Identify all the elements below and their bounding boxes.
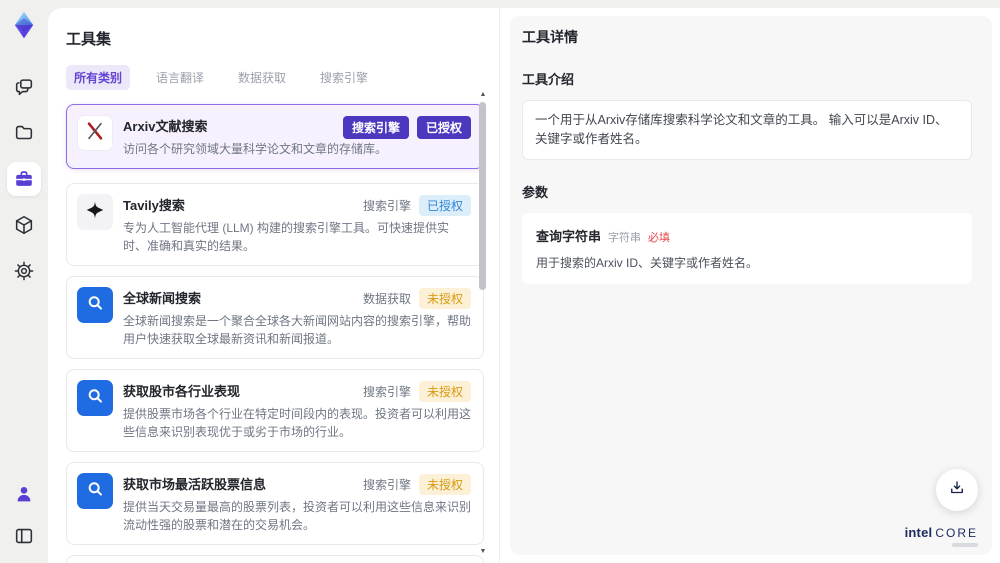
details-title: 工具详情 [522,29,578,45]
toolset-pane: 工具集 所有类别 语言翻译 数据获取 搜索引擎 Arxiv文献搜索 访问各个研究领域大… [48,8,500,563]
folder-icon [13,122,35,144]
gear-icon [13,260,35,282]
tool-category-badge: 数据获取 [362,292,411,306]
sidebar-item-settings[interactable] [7,254,41,288]
tool-category-badge: 搜索引擎 [362,199,411,213]
search-icon [85,293,105,318]
tool-intro-text: 一个用于从Arxiv存储库搜索科学论文和文章的工具。 输入可以是Arxiv ID… [522,100,972,160]
sidebar [0,0,48,563]
tool-description: 专为人工智能代理 (LLM) 构建的搜索引擎工具。可快速提供实时、准确和真实的结… [123,221,450,253]
tool-card[interactable]: 获取股市各行业表现 提供股票市场各个行业在特定时间段内的表现。投资者可以利用这些… [66,369,484,452]
tool-card[interactable]: 万维地区新闻查询 查询具体行政区划内的新闻，快速了解各地新闻动态 搜索引擎 未授… [66,555,484,563]
app-logo-icon[interactable] [9,10,39,40]
tool-auth-badge: 未授权 [418,474,471,495]
scrollbar-up-arrow[interactable]: ▲ [478,90,488,100]
tool-description: 提供当天交易量最高的股票列表，投资者可以利用这些信息来识别流动性强的股票和潜在的… [123,500,472,532]
tab-1[interactable]: 语言翻译 [148,65,212,90]
tab-3[interactable]: 搜索引擎 [312,65,376,90]
sidebar-item-panel-toggle[interactable] [7,519,41,553]
category-tabs: 所有类别 语言翻译 数据获取 搜索引擎 [66,65,483,90]
tool-auth-badge: 已授权 [418,195,471,216]
page-title: 工具集 [66,31,112,48]
tool-category-badge: 搜索引擎 [362,478,411,492]
tool-category-badge: 搜索引擎 [362,385,411,399]
parameter-required-badge: 必填 [648,231,671,244]
parameter-name: 查询字符串 [536,228,602,244]
cube-icon [13,214,35,236]
tool-category-badge: 搜索引擎 [342,116,409,139]
tool-description: 访问各个研究领域大量科学论文和文章的存储库。 [123,142,388,156]
sidebar-item-folder[interactable] [7,116,41,150]
user-icon [13,483,35,505]
search-icon [85,386,105,411]
chat-icon [13,76,35,98]
intel-core-sub-mark [952,543,978,547]
params-heading: 参数 [522,184,549,200]
tool-card[interactable]: 获取市场最活跃股票信息 提供当天交易量最高的股票列表，投资者可以利用这些信息来识… [66,462,484,545]
tool-description: 全球新闻搜索是一个聚合全球各大新闻网站内容的搜索引擎，帮助用户快速获取全球最新资… [123,314,472,346]
tool-list: Arxiv文献搜索 访问各个研究领域大量科学论文和文章的存储库。 搜索引擎 已授… [66,104,484,563]
sidebar-nav [7,70,41,288]
scrollbar-down-arrow[interactable]: ▼ [478,547,488,557]
tool-description: 提供股票市场各个行业在特定时间段内的表现。投资者可以利用这些信息来识别表现优于或… [123,407,472,439]
main-panel: 工具集 所有类别 语言翻译 数据获取 搜索引擎 Arxiv文献搜索 访问各个研究领域大… [48,8,1000,563]
arxiv-logo-icon [84,120,106,147]
download-icon [948,479,966,502]
tab-2[interactable]: 数据获取 [230,65,294,90]
tool-card[interactable]: Tavily搜索 专为人工智能代理 (LLM) 构建的搜索引擎工具。可快速提供实… [66,183,484,266]
sidebar-item-packages[interactable] [7,208,41,242]
sidebar-item-toolset[interactable] [7,162,41,196]
sidebar-item-user[interactable] [7,477,41,511]
search-icon [85,479,105,504]
panel-toggle-icon [13,525,35,547]
tab-0[interactable]: 所有类别 [66,65,131,90]
scrollbar-thumb[interactable] [479,102,486,290]
intro-heading: 工具介绍 [522,72,575,87]
scrollbar[interactable]: ▲ ▼ [478,90,488,557]
intel-core-logo: intel core [905,524,978,547]
briefcase-icon [13,168,35,190]
sidebar-item-chat[interactable] [7,70,41,104]
parameter-description: 用于搜索的Arxiv ID、关键字或作者姓名。 [536,255,759,270]
tool-card[interactable]: Arxiv文献搜索 访问各个研究领域大量科学论文和文章的存储库。 搜索引擎 已授… [66,104,484,169]
tool-auth-badge: 未授权 [418,381,471,402]
tool-auth-badge: 已授权 [416,116,471,139]
parameter-card: 查询字符串 字符串 必填 用于搜索的Arxiv ID、关键字或作者姓名。 [522,212,972,284]
download-button[interactable] [936,469,978,511]
star-icon [85,200,105,225]
tool-card[interactable]: 全球新闻搜索 全球新闻搜索是一个聚合全球各大新闻网站内容的搜索引擎，帮助用户快速… [66,276,484,359]
parameter-type: 字符串 [608,231,642,244]
sidebar-bottom [7,477,41,553]
tool-details-pane: 工具详情 工具介绍 一个用于从Arxiv存储库搜索科学论文和文章的工具。 输入可… [510,16,992,555]
tool-auth-badge: 未授权 [418,288,471,309]
